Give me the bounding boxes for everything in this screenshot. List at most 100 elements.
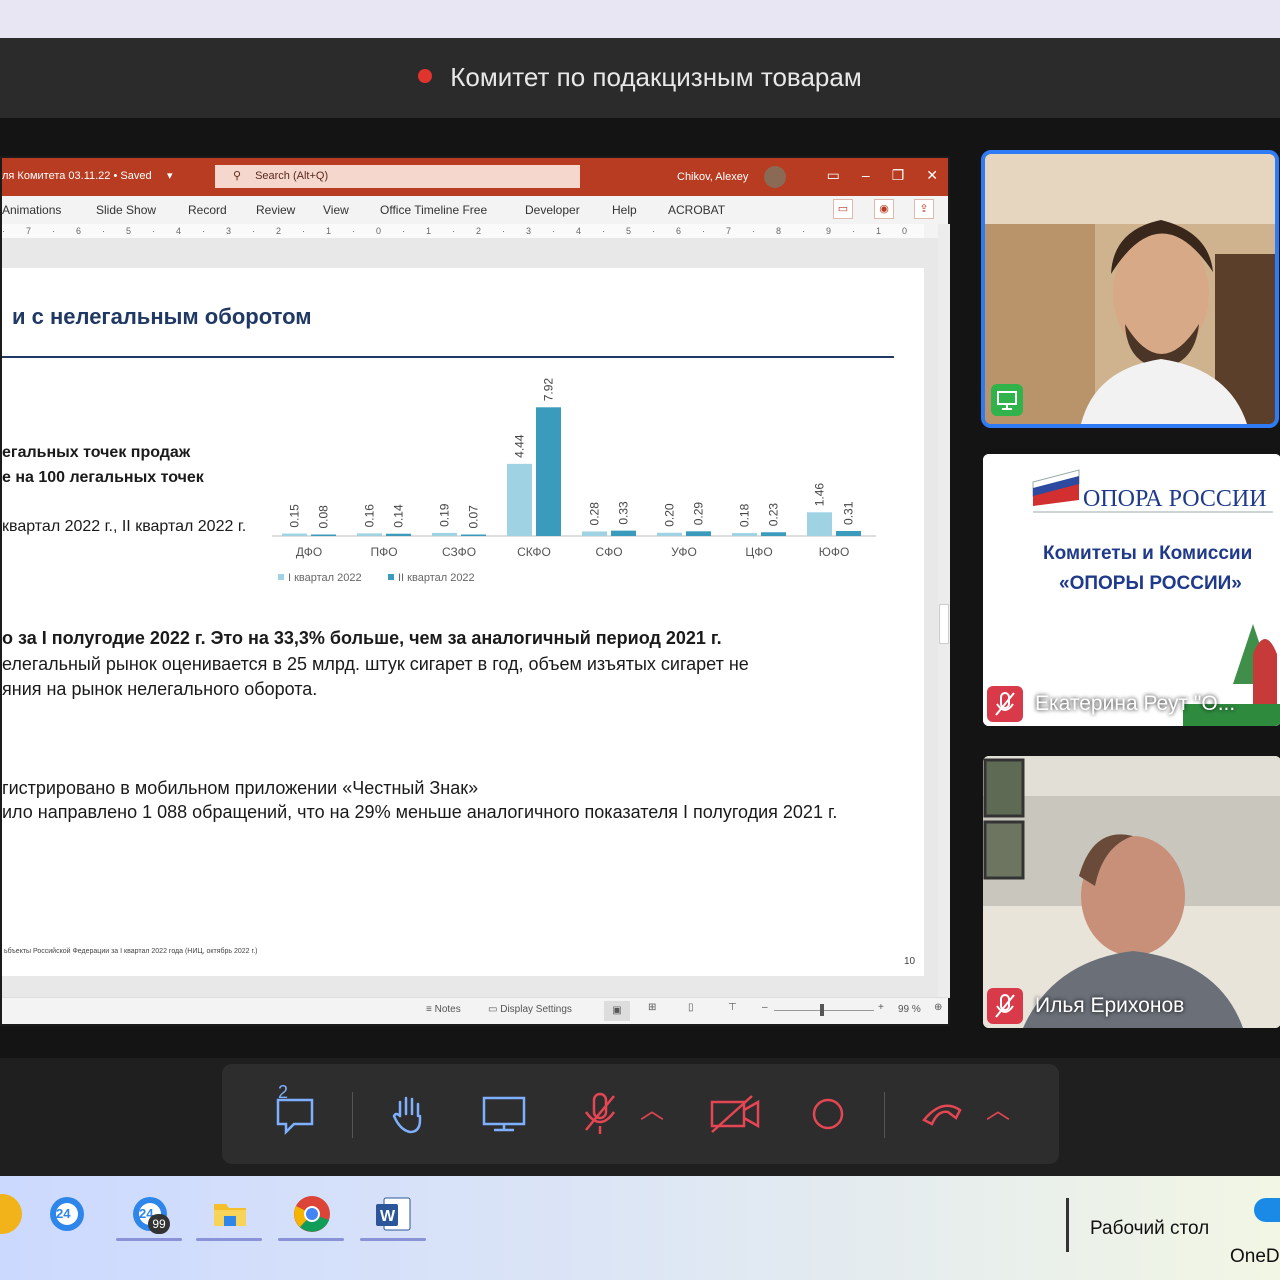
- avatar[interactable]: [764, 166, 786, 188]
- shared-screen-powerpoint[interactable]: ля Комитета 03.11.22 • Saved ▾ ⚲ Search (…: [0, 156, 950, 1026]
- microphone-options[interactable]: ︿: [640, 1090, 670, 1138]
- chevron-up-icon: ︿: [640, 1097, 664, 1124]
- bar-ЮФО-s2: [836, 530, 861, 536]
- heading-divider: [2, 356, 894, 358]
- zoom-in-icon[interactable]: +: [878, 1002, 884, 1013]
- participant-video-3: [983, 756, 1280, 1028]
- window-buttons: ▭ – ❐ ✕: [827, 167, 938, 184]
- display-settings-button[interactable]: ▭ Display Settings: [488, 1004, 572, 1015]
- chevron-down-icon[interactable]: ▾: [167, 169, 173, 182]
- top-strip: [0, 0, 1280, 38]
- body-text-line: гистрировано в мобильном приложении «Чес…: [2, 778, 479, 798]
- microphone-button[interactable]: [576, 1090, 624, 1138]
- record-icon: [812, 1098, 844, 1130]
- legend-label: II квартал 2022: [398, 572, 475, 584]
- x-tick-label: СФО: [595, 545, 622, 559]
- tab-record[interactable]: Record: [188, 203, 227, 217]
- microphone-off-icon: [584, 1092, 616, 1134]
- divider: [352, 1092, 353, 1138]
- camera-button[interactable]: [708, 1090, 764, 1138]
- active-app-indicator: [196, 1238, 262, 1241]
- tab-animations[interactable]: Animations: [2, 203, 61, 217]
- slide-title-line1: Комитеты и Комиссии: [1043, 543, 1252, 564]
- legend-swatch: [388, 574, 394, 580]
- participant-tile-ekaterina[interactable]: ОПОРА РОССИИ Комитеты и Комиссии «ОПОРЫ …: [983, 454, 1280, 726]
- bar-СЗФО-s1: [432, 532, 457, 536]
- present-teams-icon[interactable]: ◉: [874, 199, 894, 219]
- notes-button[interactable]: ≡ Notes: [426, 1004, 461, 1015]
- zoom-slider[interactable]: [774, 1010, 874, 1011]
- x-tick-label: СКФО: [517, 545, 551, 559]
- left-text-line: е на 100 легальных точек: [2, 469, 204, 486]
- participant-tile-ilya[interactable]: Илья Ерихонов: [983, 756, 1280, 1028]
- active-app-indicator: [278, 1238, 344, 1241]
- onedrive-label[interactable]: OneD: [1230, 1246, 1280, 1268]
- slide-heading: и с нелегальным оборотом: [12, 304, 312, 329]
- chrome-icon[interactable]: [292, 1194, 332, 1234]
- ppt-user-name: Chikov, Alexey: [677, 171, 749, 183]
- left-text-line: квартал 2022 г., II квартал 2022 г.: [2, 518, 247, 535]
- slideshow-icon[interactable]: ⊤: [728, 1002, 737, 1013]
- bar-ПФО-s1: [357, 533, 382, 536]
- raise-hand-button[interactable]: [384, 1090, 432, 1138]
- hand-icon: [392, 1096, 422, 1134]
- data-label: 1.46: [813, 483, 827, 507]
- data-label: 0.31: [842, 501, 856, 525]
- share-screen-button[interactable]: [480, 1090, 528, 1138]
- body-text-line: яния на рынок нелегального оборота.: [2, 679, 318, 699]
- file-explorer-icon[interactable]: [210, 1194, 250, 1234]
- data-label: 0.14: [392, 504, 406, 528]
- app-24-icon[interactable]: 24: [47, 1194, 87, 1234]
- scrollbar-thumb[interactable]: [939, 604, 949, 644]
- tab-office-timeline[interactable]: Office Timeline Free: [380, 203, 487, 217]
- tab-slide-show[interactable]: Slide Show: [96, 203, 156, 217]
- tab-review[interactable]: Review: [256, 203, 295, 217]
- slide-sorter-icon[interactable]: ⊞: [648, 1002, 656, 1013]
- tab-help[interactable]: Help: [612, 203, 637, 217]
- data-label: 0.23: [767, 503, 781, 527]
- meeting-title: Комитет по подакцизным товарам: [0, 62, 1280, 93]
- bar-СКФО-s2: [536, 407, 561, 536]
- data-label: 0.08: [317, 505, 331, 529]
- data-label: 0.19: [438, 503, 452, 527]
- slide-editor-canvas: и с нелегальным оборотом егальных точек …: [2, 238, 938, 998]
- ppt-search-box[interactable]: ⚲ Search (Alt+Q): [215, 165, 580, 188]
- slide[interactable]: и с нелегальным оборотом егальных точек …: [2, 268, 924, 976]
- horizontal-ruler: ·7·6·5·4·3·2·1·0·1·2·3·4·5·6·7·8·9·10·11…: [2, 224, 924, 239]
- chat-unread-count: 2: [278, 1082, 289, 1102]
- desktop-toolbar-label[interactable]: Рабочий стол: [1090, 1218, 1209, 1240]
- tab-developer[interactable]: Developer: [525, 203, 580, 217]
- vertical-scrollbar[interactable]: [938, 224, 950, 998]
- bar-СЗФО-s2: [461, 534, 486, 536]
- zoom-level[interactable]: 99 %: [898, 1004, 921, 1015]
- close-icon[interactable]: ✕: [926, 167, 938, 184]
- bars: 0.15 0.08 ДФО 0.16 0.14 ПФО 0.19 0.07 СЗФО 4.44 7.…: [282, 378, 861, 559]
- app-24-badge-icon[interactable]: 24 99: [130, 1194, 170, 1234]
- leave-options[interactable]: ︿: [986, 1090, 1016, 1138]
- tab-view[interactable]: View: [323, 203, 349, 217]
- tab-acrobat[interactable]: ACROBAT: [668, 203, 725, 217]
- minimize-icon[interactable]: –: [862, 167, 870, 184]
- ribbon-display-icon[interactable]: ▭: [827, 167, 840, 184]
- normal-view-icon[interactable]: ▣: [604, 1001, 630, 1021]
- zoom-out-icon[interactable]: –: [762, 1002, 768, 1013]
- comments-icon[interactable]: ▭: [833, 199, 853, 219]
- data-label: 0.33: [617, 501, 631, 525]
- chat-button[interactable]: 2: [272, 1082, 320, 1138]
- data-label: 0.29: [692, 502, 706, 526]
- reading-view-icon[interactable]: ▯: [688, 1002, 694, 1013]
- body-text-bold: о за I полугодие 2022 г. Это на 33,3% бо…: [2, 628, 722, 648]
- app-icon[interactable]: [0, 1194, 22, 1234]
- word-icon[interactable]: W: [374, 1194, 414, 1234]
- restore-icon[interactable]: ❐: [892, 167, 905, 184]
- leave-call-button[interactable]: [918, 1090, 966, 1138]
- participant-tile-speaker[interactable]: [981, 150, 1279, 428]
- zoom-slider-handle[interactable]: [820, 1004, 824, 1016]
- record-button[interactable]: [804, 1090, 852, 1138]
- x-tick-label: ЦФО: [745, 545, 772, 559]
- fit-slide-icon[interactable]: ⊕: [934, 1002, 942, 1013]
- bar-СФО-s1: [582, 531, 607, 536]
- bar-УФО-s1: [657, 532, 682, 536]
- onedrive-cloud-icon[interactable]: [1254, 1198, 1280, 1222]
- share-icon[interactable]: ⇪: [914, 199, 934, 219]
